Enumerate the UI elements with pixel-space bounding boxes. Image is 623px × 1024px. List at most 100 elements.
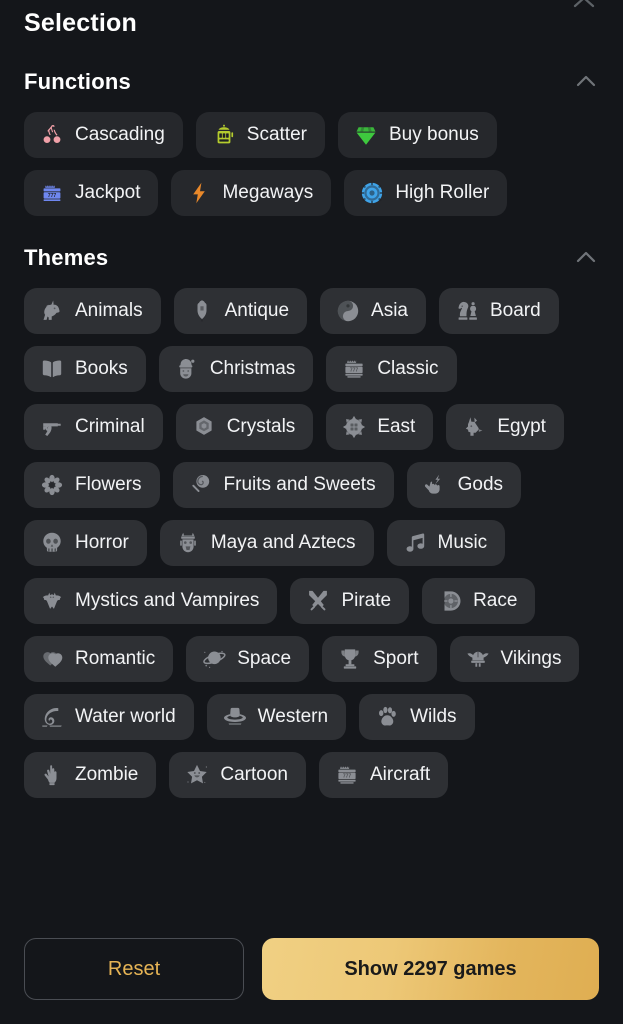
chip-board[interactable]: Board bbox=[439, 288, 559, 334]
smiling-star-icon bbox=[185, 763, 209, 787]
cowboy-hat-icon bbox=[223, 705, 247, 729]
chip-sport[interactable]: Sport bbox=[322, 636, 437, 682]
chip-asia[interactable]: Asia bbox=[320, 288, 426, 334]
chip-antique[interactable]: Antique bbox=[173, 288, 308, 334]
chip-crystals[interactable]: Crystals bbox=[175, 404, 314, 450]
planet-icon bbox=[202, 647, 226, 671]
chip-label: Maya and Aztecs bbox=[210, 531, 356, 553]
chip-label: Crystals bbox=[226, 415, 296, 437]
wave-icon bbox=[40, 705, 64, 729]
open-book-icon bbox=[40, 357, 64, 381]
filter-panel: Selection Functions Cascading Scatter Buy … bbox=[0, 0, 623, 1024]
chip-label: Flowers bbox=[75, 473, 142, 495]
chip-label: East bbox=[377, 415, 416, 437]
chip-gods[interactable]: Gods bbox=[406, 462, 522, 508]
chip-flowers[interactable]: Flowers bbox=[24, 462, 160, 508]
lollipop-icon bbox=[189, 473, 213, 497]
crossed-swords-icon bbox=[306, 589, 330, 613]
chip-label: Asia bbox=[371, 299, 408, 321]
chevron-up-icon[interactable] bbox=[573, 245, 599, 271]
lightning-bolt-icon bbox=[187, 181, 211, 205]
chip-label: Fruits and Sweets bbox=[223, 473, 376, 495]
chip-east[interactable]: East bbox=[326, 404, 434, 450]
chip-music[interactable]: Music bbox=[386, 520, 506, 566]
chevron-up-icon[interactable] bbox=[573, 69, 599, 95]
chip-western[interactable]: Western bbox=[206, 694, 347, 740]
crystal-gem-icon bbox=[192, 415, 216, 439]
chip-label: Books bbox=[75, 357, 128, 379]
chip-label: High Roller bbox=[395, 181, 490, 203]
chip-label: Music bbox=[437, 531, 488, 553]
chip-label: Cascading bbox=[75, 123, 165, 145]
chip-fruits-and-sweets[interactable]: Fruits and Sweets bbox=[172, 462, 394, 508]
section-title-functions: Functions bbox=[24, 69, 131, 94]
chip-classic[interactable]: 777 Classic bbox=[326, 346, 457, 392]
svg-text:777: 777 bbox=[343, 774, 352, 780]
chip-aircraft[interactable]: 777 Aircraft bbox=[318, 752, 449, 798]
hand-lightning-icon bbox=[423, 473, 447, 497]
chip-label: Egypt bbox=[497, 415, 546, 437]
action-bar: Reset Show 2297 games bbox=[0, 914, 623, 1024]
chip-wilds[interactable]: Wilds bbox=[359, 694, 475, 740]
section-header-functions[interactable]: Functions bbox=[24, 54, 599, 110]
music-notes-icon bbox=[403, 531, 427, 555]
chip-label: Romantic bbox=[75, 647, 156, 669]
chip-zombie[interactable]: Zombie bbox=[24, 752, 157, 798]
totem-mask-icon bbox=[176, 531, 200, 555]
chip-cartoon[interactable]: Cartoon bbox=[169, 752, 306, 798]
chip-maya-and-aztecs[interactable]: Maya and Aztecs bbox=[159, 520, 374, 566]
chip-books[interactable]: Books bbox=[24, 346, 146, 392]
chip-christmas[interactable]: Christmas bbox=[158, 346, 314, 392]
compass-lantern-icon bbox=[342, 415, 366, 439]
chip-water-world[interactable]: Water world bbox=[24, 694, 194, 740]
chip-cascading[interactable]: Cascading bbox=[24, 112, 183, 158]
chip-label: Horror bbox=[75, 531, 129, 553]
chip-race[interactable]: Race bbox=[422, 578, 536, 624]
chip-label: Christmas bbox=[209, 357, 296, 379]
trophy-icon bbox=[338, 647, 362, 671]
slot-machine-icon bbox=[212, 123, 236, 147]
777-jackpot-icon: 777 bbox=[40, 181, 64, 205]
slot-777-icon: 777 bbox=[335, 763, 359, 787]
chip-space[interactable]: Space bbox=[186, 636, 310, 682]
unicorn-icon bbox=[40, 299, 64, 323]
chip-label: Criminal bbox=[75, 415, 145, 437]
filters-scroll-area[interactable]: Selection Functions Cascading Scatter Buy … bbox=[0, 0, 623, 914]
zombie-hand-icon bbox=[40, 763, 64, 787]
chip-high-roller[interactable]: High Roller bbox=[344, 170, 508, 216]
chip-label: Water world bbox=[75, 705, 176, 727]
reset-button[interactable]: Reset bbox=[24, 938, 244, 1000]
chip-label: Race bbox=[473, 589, 518, 611]
paw-print-icon bbox=[375, 705, 399, 729]
scroll-fade-overlay bbox=[0, 860, 623, 914]
chip-label: Zombie bbox=[75, 763, 139, 785]
chip-buy-bonus[interactable]: Buy bonus bbox=[337, 112, 497, 158]
functions-chip-list: Cascading Scatter Buy bonus 777 Jackpot Megaw… bbox=[24, 110, 599, 216]
section-header-themes[interactable]: Themes bbox=[24, 230, 599, 286]
chip-label: Buy bonus bbox=[388, 123, 479, 145]
chip-label: Sport bbox=[373, 647, 419, 669]
chip-egypt[interactable]: Egypt bbox=[446, 404, 564, 450]
page-title: Selection bbox=[24, 9, 137, 37]
chess-pieces-icon bbox=[455, 299, 479, 323]
spartan-helmet-icon bbox=[190, 299, 214, 323]
chip-criminal[interactable]: Criminal bbox=[24, 404, 163, 450]
chip-megaways[interactable]: Megaways bbox=[171, 170, 332, 216]
section-themes: Themes Animals Antique Asia Board Books Chris… bbox=[0, 230, 623, 798]
chip-label: Megaways bbox=[222, 181, 314, 203]
chip-label: Space bbox=[237, 647, 292, 669]
yin-yang-icon bbox=[336, 299, 360, 323]
chip-label: Jackpot bbox=[75, 181, 141, 203]
chip-scatter[interactable]: Scatter bbox=[195, 112, 325, 158]
chip-horror[interactable]: Horror bbox=[24, 520, 147, 566]
chip-pirate[interactable]: Pirate bbox=[290, 578, 410, 624]
chip-label: Aircraft bbox=[369, 763, 431, 785]
section-functions: Functions Cascading Scatter Buy bonus 777 Ja… bbox=[0, 54, 623, 216]
chip-romantic[interactable]: Romantic bbox=[24, 636, 174, 682]
chip-jackpot[interactable]: 777 Jackpot bbox=[24, 170, 159, 216]
show-games-button[interactable]: Show 2297 games bbox=[262, 938, 599, 1000]
chip-animals[interactable]: Animals bbox=[24, 288, 161, 334]
chip-vikings[interactable]: Vikings bbox=[449, 636, 580, 682]
svg-text:777: 777 bbox=[350, 368, 359, 374]
chip-mystics-and-vampires[interactable]: Mystics and Vampires bbox=[24, 578, 278, 624]
